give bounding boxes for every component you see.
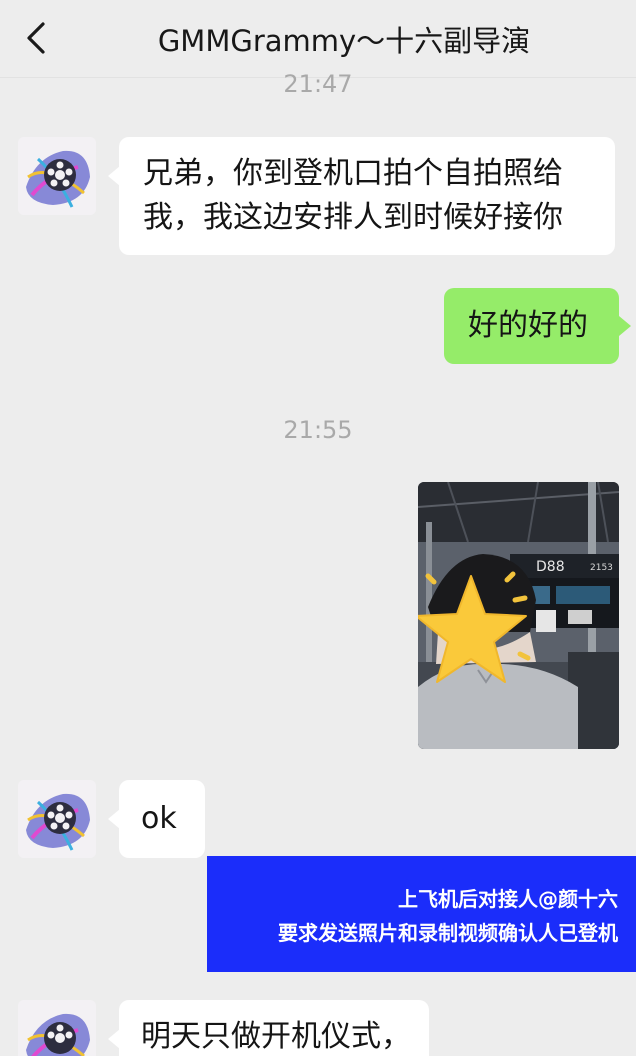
contact-avatar[interactable]: [18, 780, 96, 858]
contact-avatar[interactable]: [18, 137, 96, 215]
banner-line: 上飞机后对接人@颜十六: [398, 887, 618, 911]
message-bubble-incoming[interactable]: 明天只做开机仪式，: [119, 1000, 429, 1056]
timestamp: 21:55: [283, 416, 353, 444]
chevron-left-icon: [27, 22, 45, 54]
message-bubble-incoming[interactable]: ok: [119, 780, 205, 858]
gate-sign-text: D88: [536, 559, 565, 575]
message-bubble-outgoing[interactable]: 好的好的: [444, 288, 619, 364]
message-text: 明天只做开机仪式，: [141, 1019, 411, 1054]
gate-sign-extra: 2153: [590, 563, 613, 573]
contact-avatar[interactable]: [18, 1000, 96, 1056]
chat-title: GMMGrammy～十六副导演: [157, 24, 531, 58]
back-button[interactable]: [18, 16, 58, 60]
timestamp: 21:47: [283, 70, 353, 98]
film-reel-logo-icon: [18, 1000, 96, 1056]
annotation-banner: 上飞机后对接人@颜十六 要求发送照片和录制视频确认人已登机: [207, 856, 636, 972]
message-text: ok: [141, 801, 177, 836]
film-reel-logo-icon: [18, 780, 96, 858]
bubble-tail: [619, 316, 631, 336]
message-bubble-incoming[interactable]: 兄弟，你到登机口拍个自拍照给 我，我这边安排人到时候好接你: [119, 137, 615, 255]
message-text: 好的好的: [468, 308, 588, 343]
banner-line: 要求发送照片和录制视频确认人已登机: [278, 921, 618, 945]
chat-header: GMMGrammy～十六副导演: [0, 0, 636, 78]
star-icon: [418, 571, 531, 683]
message-text-line: 我，我这边安排人到时候好接你: [143, 200, 563, 235]
selfie-photo[interactable]: D88 2153: [418, 482, 619, 749]
film-reel-logo-icon: [18, 137, 96, 215]
message-text-line: 兄弟，你到登机口拍个自拍照给: [143, 156, 563, 191]
